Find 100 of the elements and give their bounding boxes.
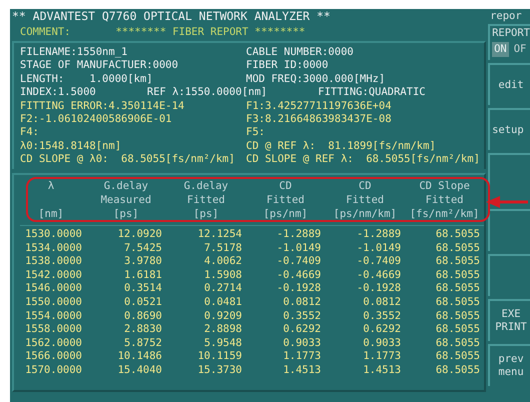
table-cell-text: 0.0521: [123, 296, 162, 310]
table-cell-text: 68.5055: [434, 282, 480, 296]
window-title: ** ADVANTEST Q7760 OPTICAL NETWORK ANALYZER **: [11, 9, 332, 24]
table-cell-text: 1530.0000: [24, 228, 82, 242]
info-field: CD SLOPE @ λ0: 68.5055[fs/nm²/km]: [20, 153, 246, 167]
table-cell-text: 1542.0000: [24, 268, 82, 282]
info-field: INDEX:1.5000: [20, 86, 147, 100]
table-cell-text: 0.8690: [123, 310, 162, 324]
table-cell-text: -0.4669: [276, 268, 321, 282]
table-cell-text: 1554.0000: [24, 310, 82, 324]
toggle-option[interactable]: ON: [492, 42, 509, 57]
table-cell-text: 0.0481: [203, 296, 242, 310]
info-field: FILENAME:1550nm_1: [20, 46, 246, 60]
table-cell-text: 68.5055: [434, 228, 480, 242]
table-cell-text: 0.3514: [123, 282, 162, 296]
info-field: LENGTH: 1.0000[km]: [20, 72, 246, 86]
info-field: FITTING:QUADRATIC: [318, 86, 484, 100]
softkey[interactable]: prev menu: [488, 344, 530, 386]
table-cell-text: 0.9209: [203, 310, 242, 324]
table-cell-text: 4.0062: [203, 255, 242, 269]
table-cell-text: 68.5055: [434, 336, 480, 350]
table-cell-text: 15.4040: [116, 364, 162, 378]
info-field: CABLE NUMBER:0000: [246, 46, 484, 60]
table-cell-text: 1558.0000: [24, 323, 82, 337]
table-cell-text: 2.8830: [123, 323, 162, 337]
table-cell-text: 1534.0000: [24, 242, 82, 256]
info-field: λ0:1548.8148[nm]: [20, 140, 246, 154]
info-field: REF λ:1550.0000[nm]: [147, 86, 318, 100]
table-cell-text: 10.1159: [196, 350, 242, 364]
table-cell-text: 0.3552: [362, 310, 401, 324]
table-cell-text: -1.0149: [356, 242, 401, 256]
table-cell-text: 68.5055: [434, 364, 480, 378]
table-cell-text: 5.8752: [123, 336, 162, 350]
table-cell-text: 0.0812: [282, 296, 321, 310]
table-cell-text: 10.1486: [116, 350, 162, 364]
blank-softkey[interactable]: [488, 254, 530, 296]
table-cell-text: 0.9033: [282, 336, 321, 350]
table-cell-text: 1562.0000: [24, 336, 82, 350]
info-field: FITTING ERROR:4.350114E-14: [20, 100, 246, 113]
table-cell-text: 68.5055: [434, 310, 480, 324]
table-cell-text: 68.5055: [434, 323, 480, 337]
table-cell-text: -0.7409: [276, 255, 321, 269]
table-cell-text: 1.5908: [203, 268, 242, 282]
table-cell-text: 1.1773: [362, 350, 401, 364]
column-header: CD Fitted [ps/nm]: [262, 179, 309, 221]
column-header: G.delay Fitted [ps]: [182, 179, 230, 221]
table-cell-text: -1.2889: [356, 228, 401, 242]
softkey-label: REPORT: [492, 27, 530, 40]
column-header: G.delay Measured [ps]: [100, 179, 152, 221]
table-cell-text: 68.5055: [434, 268, 480, 282]
softkey[interactable]: EXE PRINT: [488, 299, 530, 341]
info-field: F5:: [246, 126, 484, 140]
column-header: CD Fitted [ps/nm/km]: [332, 179, 398, 221]
table-cell-text: 5.9548: [203, 336, 242, 350]
info-field: F3:8.21664863983437E-08: [246, 112, 484, 126]
toggle-option[interactable]: OF: [512, 42, 528, 57]
softkey[interactable]: edit: [488, 63, 530, 105]
table-cell-text: 68.5055: [434, 296, 480, 310]
table-cell-text: 0.3552: [282, 310, 321, 324]
table-cell-text: 1.6181: [123, 268, 162, 282]
info-field: CD @ REF λ: 81.1899[fs/nm/km]: [246, 140, 484, 154]
table-cell-text: -0.1928: [356, 282, 401, 296]
comment-label: COMMENT:: [20, 26, 71, 40]
info-field: MOD FREQ:3000.000[MHz]: [246, 72, 484, 86]
comment-text: ******** FIBER REPORT ********: [116, 26, 306, 40]
table-cell-text: 68.5055: [434, 242, 480, 256]
table-cell-text: 0.9033: [362, 336, 401, 350]
table-cell-text: 7.5425: [123, 242, 162, 256]
info-field: F1:3.42527711197636E+04: [246, 100, 484, 113]
table-cell-text: 7.5178: [203, 242, 242, 256]
arrow-icon: [486, 196, 528, 208]
table-cell-text: 1566.0000: [24, 350, 82, 364]
table-cell-text: 1.4513: [362, 364, 401, 378]
table-cell-text: -1.0149: [276, 242, 321, 256]
table-cell-text: 1550.0000: [24, 296, 82, 310]
table-cell-text: 12.1254: [196, 228, 242, 242]
table-cell-text: 1546.0000: [24, 282, 82, 296]
table-cell-text: 1570.0000: [24, 364, 82, 378]
table-cell-text: 12.0920: [116, 228, 162, 242]
table-cell-text: 0.6292: [362, 323, 401, 337]
table-cell-text: -0.4669: [356, 268, 401, 282]
softkey-heading: repor: [489, 10, 523, 24]
info-field: CD SLOPE @ REF λ: 68.5055[fs/nm²/km]: [246, 153, 484, 167]
info-field: STAGE OF MANUFACTUER:0000: [20, 59, 246, 73]
table-cell-text: 0.2714: [203, 282, 242, 296]
column-header: λ [nm]: [37, 179, 65, 221]
info-field: FIBER ID:0000: [246, 59, 484, 73]
softkey[interactable]: setup: [488, 108, 530, 150]
table-cell-text: -0.1928: [276, 282, 321, 296]
table-cell-text: 68.5055: [434, 255, 480, 269]
info-field: F2:-1.06102400586906E-01: [20, 112, 246, 126]
table-cell-text: 1.1773: [282, 350, 321, 364]
table-cell-text: -0.7409: [356, 255, 401, 269]
table-cell-text: 1.4513: [282, 364, 321, 378]
table-cell-text: 3.9780: [123, 255, 162, 269]
blank-softkey[interactable]: [488, 209, 530, 251]
table-cell-text: -1.2889: [276, 228, 321, 242]
table-cell-text: 15.3730: [196, 364, 242, 378]
table-cell-text: 68.5055: [434, 350, 480, 364]
table-cell-text: 1538.0000: [24, 255, 82, 269]
